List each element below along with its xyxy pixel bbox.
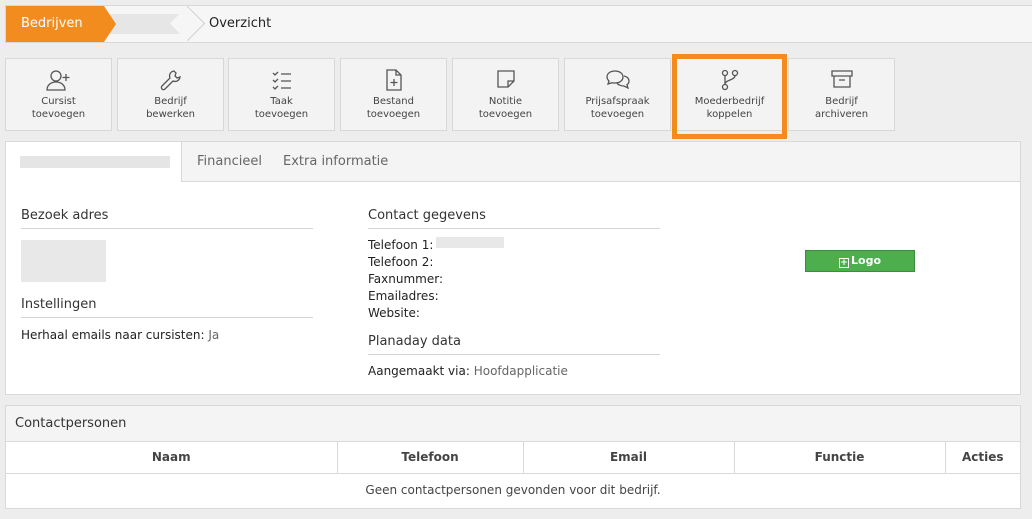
herhaal-emails-value: Ja [208, 328, 220, 342]
contactpersonen-panel: Contactpersonen Naam Telefoon Email Func… [5, 405, 1021, 509]
checklist-icon [229, 59, 334, 93]
breadcrumb-overzicht: Overzicht [209, 16, 272, 31]
plus-square-icon: + [839, 258, 849, 268]
empty-message: Geen contactpersonen gevonden voor dit b… [365, 483, 661, 498]
add-note-button[interactable]: Notitie toevoegen [452, 58, 559, 131]
edit-company-button[interactable]: Bedrijf bewerken [117, 58, 224, 131]
tab-bar: Financieel Extra informatie [6, 142, 1020, 182]
add-student-label: Cursist toevoegen [31, 96, 86, 120]
add-task-label: Taak toevoegen [254, 96, 309, 120]
add-note-label: Notitie toevoegen [478, 96, 533, 120]
tab-extra-informatie[interactable]: Extra informatie [283, 142, 388, 182]
fax-label: Faxnummer: [368, 272, 443, 286]
highlight-box [672, 54, 787, 139]
archive-company-button[interactable]: Bedrijf archiveren [788, 58, 895, 131]
wrench-icon [118, 59, 223, 93]
col-email[interactable]: Email [523, 442, 735, 474]
breadcrumb-bedrijven[interactable]: Bedrijven [6, 6, 116, 42]
add-task-button[interactable]: Taak toevoegen [228, 58, 335, 131]
add-price-agreement-label: Prijsafspraak toevoegen [585, 96, 650, 120]
edit-company-label: Bedrijf bewerken [146, 96, 195, 120]
col-functie[interactable]: Functie [734, 442, 946, 474]
website-label: Website: [368, 306, 420, 320]
aangemaakt-via-value: Hoofdapplicatie [473, 364, 568, 378]
company-info-panel: Financieel Extra informatie Bezoek adres… [5, 141, 1021, 395]
col-telefoon[interactable]: Telefoon [337, 442, 524, 474]
telefoon2-label: Telefoon 2: [368, 255, 434, 269]
file-plus-icon [341, 59, 446, 93]
chat-icon [565, 59, 670, 93]
sticky-note-icon [453, 59, 558, 93]
breadcrumb: Bedrijven Overzicht [5, 5, 1032, 43]
add-file-button[interactable]: Bestand toevoegen [340, 58, 447, 131]
archive-company-label: Bedrijf archiveren [814, 96, 869, 120]
telefoon1-label: Telefoon 1: [368, 238, 434, 252]
add-logo-button[interactable]: + Logo toevoegen [805, 250, 915, 287]
redacted-company-name [110, 14, 188, 34]
instellingen-title: Instellingen [21, 297, 313, 318]
col-acties: Acties [945, 442, 1020, 474]
contactpersonen-title: Contactpersonen [6, 406, 1020, 442]
herhaal-emails-row: Herhaal emails naar cursisten: Ja [21, 328, 220, 342]
aangemaakt-via-row: Aangemaakt via: Hoofdapplicatie [368, 364, 568, 378]
tab-financieel[interactable]: Financieel [197, 142, 262, 182]
redacted-tab-label [20, 156, 170, 168]
bezoek-adres-title: Bezoek adres [21, 208, 313, 229]
tab-general[interactable] [6, 142, 182, 182]
breadcrumb-company[interactable] [104, 6, 194, 42]
add-file-label: Bestand toevoegen [366, 96, 421, 120]
user-plus-icon [6, 59, 111, 93]
planaday-data-title: Planaday data [368, 334, 660, 355]
archive-icon [789, 59, 894, 93]
redacted-phone [436, 237, 504, 248]
col-naam[interactable]: Naam [6, 442, 338, 474]
email-label: Emailadres: [368, 289, 439, 303]
contact-gegevens-title: Contact gegevens [368, 208, 660, 229]
contacts-table: Naam Telefoon Email Functie Acties Geen … [6, 442, 1020, 507]
add-price-agreement-button[interactable]: Prijsafspraak toevoegen [564, 58, 671, 131]
redacted-address [21, 240, 106, 282]
add-student-button[interactable]: Cursist toevoegen [5, 58, 112, 131]
